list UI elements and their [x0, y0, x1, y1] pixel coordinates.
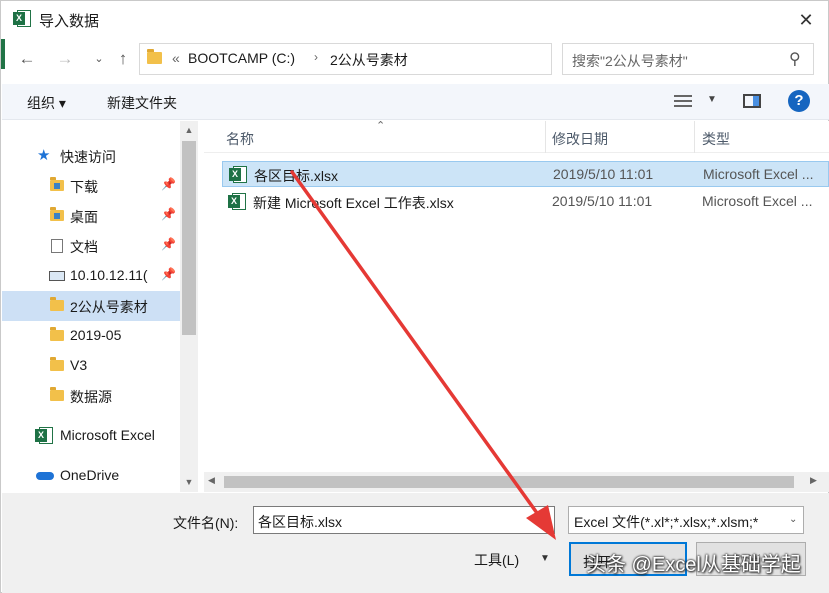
nav-label: 文档: [70, 239, 98, 255]
excel-window-edge: [1, 39, 5, 69]
file-modified: 2019/5/10 11:01: [552, 193, 653, 209]
nav-label: V3: [70, 357, 88, 373]
file-name: 新建 Microsoft Excel 工作表.xlsx: [253, 195, 454, 211]
scroll-left-icon[interactable]: ◀: [208, 475, 215, 486]
nav-item-2019-05[interactable]: 2019-05: [2, 321, 180, 351]
forward-arrow-icon[interactable]: →: [53, 47, 77, 71]
navigation-pane: ★ 快速访问 下载 📌 桌面 📌 文档 📌 10.10.12.11( 📌 2公从…: [2, 121, 198, 492]
nav-label: 快速访问: [60, 149, 116, 165]
search-input[interactable]: 搜索"2公从号素材" ⚲: [562, 43, 814, 75]
view-options-icon[interactable]: [674, 94, 692, 108]
downloads-folder-icon: [50, 177, 64, 191]
nav-item-v3[interactable]: V3: [2, 351, 180, 381]
folder-icon: [50, 327, 64, 341]
folder-icon: [147, 49, 162, 64]
nav-item-network-share[interactable]: 10.10.12.11( 📌: [2, 261, 180, 291]
breadcrumb-folder[interactable]: 2公从号素材: [330, 50, 408, 70]
excel-file-icon: X: [229, 166, 247, 183]
scroll-right-icon[interactable]: ▶: [810, 475, 817, 486]
scroll-thumb[interactable]: [224, 476, 794, 488]
filename-dropdown-icon[interactable]: ▼: [541, 514, 551, 525]
help-icon[interactable]: ?: [788, 90, 810, 112]
file-type: Microsoft Excel ...: [702, 193, 813, 209]
star-icon: ★: [37, 147, 51, 164]
column-header-row: 名称 ⌃ 修改日期 类型: [204, 120, 829, 153]
nav-label: 下载: [70, 179, 98, 195]
excel-file-icon: X: [228, 193, 246, 210]
nav-label: 2019-05: [70, 327, 122, 343]
file-list-pane: 名称 ⌃ 修改日期 类型 X 各区目标.xlsx 2019/5/10 11:01…: [204, 120, 829, 492]
tools-menu-button[interactable]: 工具(L): [474, 550, 519, 570]
watermark-text: 头条 @Excel从基础学起: [586, 554, 801, 576]
import-data-dialog: X 导入数据 ✕ ← → ⌄ ↑ « BOOTCAMP (C:) › 2公从号素…: [0, 0, 829, 593]
nav-item-microsoft-excel[interactable]: X Microsoft Excel: [2, 421, 180, 451]
network-drive-icon: [49, 271, 65, 281]
cloud-icon: [36, 472, 54, 480]
nav-item-desktop[interactable]: 桌面 📌: [2, 201, 180, 231]
file-type: Microsoft Excel ...: [703, 166, 814, 182]
window-title: 导入数据: [39, 13, 100, 30]
nav-item-current-folder[interactable]: 2公从号素材: [2, 291, 180, 321]
address-bar[interactable]: « BOOTCAMP (C:) › 2公从号素材 ⌄ ↻: [139, 43, 683, 75]
filename-value: 各区目标.xlsx: [258, 514, 342, 530]
breadcrumb-separator[interactable]: ›: [314, 50, 318, 64]
file-type-filter-select[interactable]: Excel 文件(*.xl*;*.xlsx;*.xlsm;* ⌄: [568, 506, 804, 534]
up-arrow-icon[interactable]: ↑: [111, 47, 135, 71]
excel-icon: X: [13, 10, 31, 27]
chevron-down-icon[interactable]: ⌄: [789, 514, 797, 525]
pin-icon[interactable]: 📌: [161, 267, 176, 281]
back-arrow-icon[interactable]: ←: [15, 47, 39, 71]
file-row[interactable]: X 各区目标.xlsx 2019/5/10 11:01 Microsoft Ex…: [222, 161, 829, 187]
new-folder-button[interactable]: 新建文件夹: [107, 93, 177, 113]
nav-scrollbar[interactable]: ▲ ▼: [180, 121, 198, 492]
nav-item-data-source[interactable]: 数据源: [2, 381, 180, 411]
nav-quick-access[interactable]: ★ 快速访问: [2, 141, 180, 171]
overflow-chevron[interactable]: «: [172, 50, 180, 66]
search-icon[interactable]: ⚲: [789, 49, 801, 69]
column-header-name[interactable]: 名称: [226, 129, 254, 149]
nav-label: 数据源: [70, 389, 112, 405]
column-header-type[interactable]: 类型: [702, 129, 730, 149]
filename-input[interactable]: 各区目标.xlsx ▼: [253, 506, 555, 534]
scroll-up-icon[interactable]: ▲: [180, 121, 198, 139]
pin-icon[interactable]: 📌: [161, 237, 176, 251]
desktop-folder-icon: [50, 207, 64, 221]
folder-icon: [50, 387, 64, 401]
breadcrumb-drive[interactable]: BOOTCAMP (C:): [188, 50, 295, 66]
nav-item-documents[interactable]: 文档 📌: [2, 231, 180, 261]
file-name: 各区目标.xlsx: [254, 168, 338, 184]
scroll-down-icon[interactable]: ▼: [180, 473, 198, 491]
file-row[interactable]: X 新建 Microsoft Excel 工作表.xlsx 2019/5/10 …: [222, 189, 829, 215]
document-icon: [51, 239, 63, 253]
nav-label: 桌面: [70, 209, 98, 225]
column-header-modified[interactable]: 修改日期: [552, 129, 608, 149]
filename-label: 文件名(N):: [173, 515, 239, 531]
sort-ascending-icon: ⌃: [376, 120, 386, 132]
nav-label: 10.10.12.11(: [70, 267, 148, 283]
organize-menu-button[interactable]: 组织 ▾: [27, 93, 66, 113]
view-dropdown-icon[interactable]: ▼: [707, 94, 717, 105]
command-bar: 组织 ▾ 新建文件夹 ▼ ?: [2, 84, 829, 120]
folder-icon: [50, 357, 64, 371]
dialog-footer: 文件名(N): 各区目标.xlsx ▼ Excel 文件(*.xl*;*.xls…: [2, 493, 829, 593]
folder-icon: [50, 297, 64, 311]
nav-item-onedrive[interactable]: OneDrive: [2, 461, 180, 491]
pin-icon[interactable]: 📌: [161, 207, 176, 221]
preview-pane-icon[interactable]: [743, 94, 761, 108]
horizontal-scrollbar[interactable]: ◀ ▶: [204, 472, 829, 492]
scroll-thumb[interactable]: [182, 141, 196, 335]
search-placeholder: 搜索"2公从号素材": [572, 53, 688, 69]
pin-icon[interactable]: 📌: [161, 177, 176, 191]
file-modified: 2019/5/10 11:01: [553, 166, 654, 182]
recent-locations-dropdown-icon[interactable]: ⌄: [87, 47, 111, 71]
nav-label: 2公从号素材: [70, 299, 148, 315]
tools-dropdown-icon[interactable]: ▼: [540, 553, 550, 564]
nav-item-downloads[interactable]: 下载 📌: [2, 171, 180, 201]
title-bar: X 导入数据 ✕: [1, 1, 829, 39]
nav-label: OneDrive: [60, 467, 120, 483]
file-type-filter-value: Excel 文件(*.xl*;*.xlsx;*.xlsm;*: [574, 514, 759, 530]
close-button[interactable]: ✕: [791, 7, 821, 33]
excel-icon: X: [35, 427, 53, 444]
nav-label: Microsoft Excel: [60, 427, 155, 443]
